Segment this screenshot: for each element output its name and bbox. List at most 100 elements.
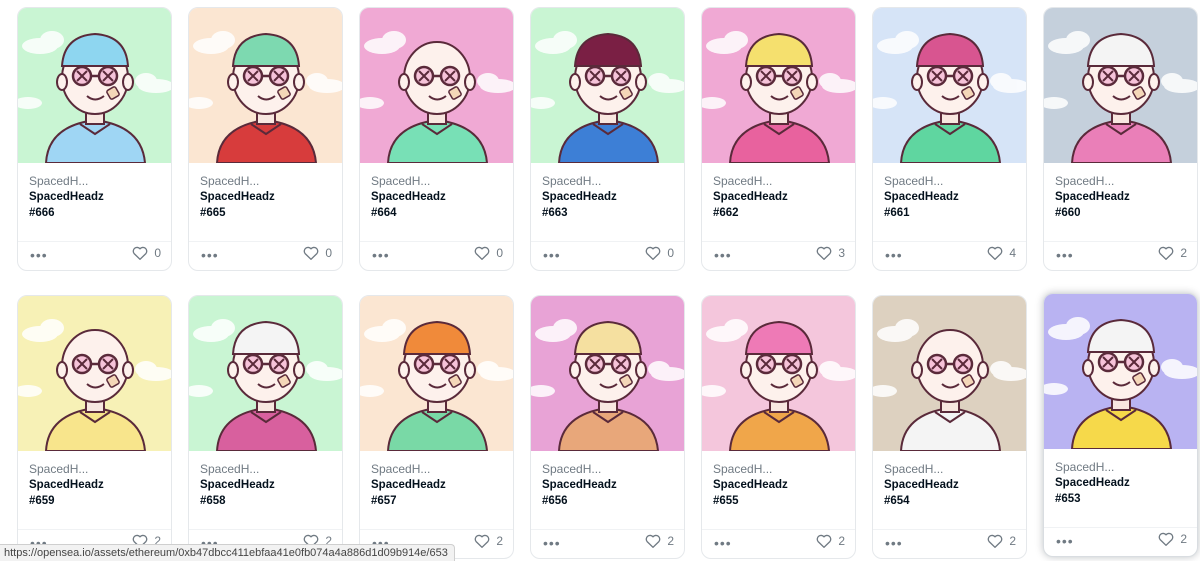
collection-name: SpacedHeadz [713,191,788,203]
collection-name-short[interactable]: SpacedH... [884,173,1018,189]
nft-image[interactable] [18,296,171,451]
heart-outline-icon[interactable] [645,534,661,548]
nft-card[interactable]: SpacedH... SpacedHeadz #662 ••• 3 [701,7,856,271]
collection-name-short[interactable]: SpacedH... [713,173,847,189]
heart-outline-icon[interactable] [474,246,490,260]
more-options-icon[interactable]: ••• [372,248,390,262]
left-ear [569,361,581,379]
collection-name-short[interactable]: SpacedH... [200,173,334,189]
nft-card[interactable]: SpacedH... SpacedHeadz #659 ••• 2 [17,295,172,559]
avatar-illustration [702,296,855,451]
favorite-button[interactable]: 2 [1158,532,1187,546]
avatar-illustration [531,8,684,163]
nft-image[interactable] [189,8,342,163]
nft-image[interactable] [1044,294,1197,449]
more-options-icon[interactable]: ••• [543,248,561,262]
nft-card[interactable]: SpacedH... SpacedHeadz #665 ••• 0 [188,7,343,271]
card-footer: ••• 0 [18,241,171,270]
collection-name-short[interactable]: SpacedH... [371,173,505,189]
more-options-icon[interactable]: ••• [885,248,903,262]
favorite-button[interactable]: 0 [132,246,161,260]
token-id: #666 [29,207,55,219]
nft-card[interactable]: SpacedH... SpacedHeadz #660 ••• 2 [1043,7,1198,271]
favorite-button[interactable]: 4 [987,246,1016,260]
nft-image[interactable] [531,8,684,163]
favorite-count: 0 [667,246,674,260]
more-options-icon[interactable]: ••• [885,536,903,550]
nft-card[interactable]: SpacedH... SpacedHeadz #654 ••• 2 [872,295,1027,559]
nft-card[interactable]: SpacedH... SpacedHeadz #657 ••• 2 [359,295,514,559]
card-info: SpacedH... SpacedHeadz #659 [29,461,163,509]
nft-card[interactable]: SpacedH... SpacedHeadz #663 ••• 0 [530,7,685,271]
favorite-button[interactable]: 2 [474,534,503,548]
heart-outline-icon[interactable] [303,246,319,260]
more-options-icon[interactable]: ••• [714,536,732,550]
collection-name-short[interactable]: SpacedH... [200,461,334,477]
token-id: #660 [1055,207,1081,219]
collection-name-short[interactable]: SpacedH... [713,461,847,477]
collection-name-short[interactable]: SpacedH... [1055,459,1189,475]
heart-outline-icon[interactable] [816,246,832,260]
collection-name-short[interactable]: SpacedH... [371,461,505,477]
favorite-button[interactable]: 2 [645,534,674,548]
favorite-button[interactable]: 0 [645,246,674,260]
collection-name-short[interactable]: SpacedH... [884,461,1018,477]
nft-image[interactable] [873,8,1026,163]
favorite-button[interactable]: 2 [1158,246,1187,260]
nft-image[interactable] [702,8,855,163]
avatar-illustration [189,8,342,163]
collection-name-short[interactable]: SpacedH... [29,461,163,477]
more-options-icon[interactable]: ••• [201,248,219,262]
card-footer: ••• 2 [1044,241,1197,270]
nft-card[interactable]: SpacedH... SpacedHeadz #666 ••• 0 [17,7,172,271]
nft-card[interactable]: SpacedH... SpacedHeadz #664 ••• 0 [359,7,514,271]
nft-image[interactable] [702,296,855,451]
collection-name-short[interactable]: SpacedH... [29,173,163,189]
favorite-button[interactable]: 3 [816,246,845,260]
nft-card[interactable]: SpacedH... SpacedHeadz #655 ••• 2 [701,295,856,559]
favorite-button[interactable]: 2 [816,534,845,548]
nft-image[interactable] [360,8,513,163]
heart-outline-icon[interactable] [474,534,490,548]
token-id: #658 [200,495,226,507]
heart-outline-icon[interactable] [987,246,1003,260]
right-ear [464,73,476,91]
more-options-icon[interactable]: ••• [543,536,561,550]
nft-card[interactable]: SpacedH... SpacedHeadz #653 ••• 2 [1043,293,1198,557]
more-options-icon[interactable]: ••• [1056,248,1074,262]
nft-image[interactable] [18,8,171,163]
heart-outline-icon[interactable] [1158,246,1174,260]
collection-name-short[interactable]: SpacedH... [1055,173,1189,189]
nft-card[interactable]: SpacedH... SpacedHeadz #656 ••• 2 [530,295,685,559]
favorite-button[interactable]: 2 [987,534,1016,548]
collection-name: SpacedHeadz [1055,191,1130,203]
nft-image[interactable] [873,296,1026,451]
more-options-icon[interactable]: ••• [714,248,732,262]
heart-outline-icon[interactable] [645,246,661,260]
collection-name-short[interactable]: SpacedH... [542,173,676,189]
nft-image[interactable] [360,296,513,451]
favorite-button[interactable]: 0 [303,246,332,260]
nft-image[interactable] [189,296,342,451]
card-footer: ••• 3 [702,241,855,270]
heart-outline-icon[interactable] [816,534,832,548]
collection-name: SpacedHeadz [29,479,104,491]
left-ear [227,361,239,379]
heart-outline-icon[interactable] [987,534,1003,548]
card-info: SpacedH... SpacedHeadz #663 [542,173,676,221]
card-footer: ••• 0 [189,241,342,270]
avatar-illustration [18,296,171,451]
avatar-illustration [531,296,684,451]
more-options-icon[interactable]: ••• [1056,534,1074,548]
heart-outline-icon[interactable] [132,246,148,260]
favorite-button[interactable]: 0 [474,246,503,260]
token-id: #653 [1055,493,1081,505]
nft-image[interactable] [531,296,684,451]
heart-outline-icon[interactable] [1158,532,1174,546]
nft-card[interactable]: SpacedH... SpacedHeadz #661 ••• 4 [872,7,1027,271]
more-options-icon[interactable]: ••• [30,248,48,262]
nft-image[interactable] [1044,8,1197,163]
left-ear [56,73,68,91]
nft-card[interactable]: SpacedH... SpacedHeadz #658 ••• 2 [188,295,343,559]
collection-name-short[interactable]: SpacedH... [542,461,676,477]
